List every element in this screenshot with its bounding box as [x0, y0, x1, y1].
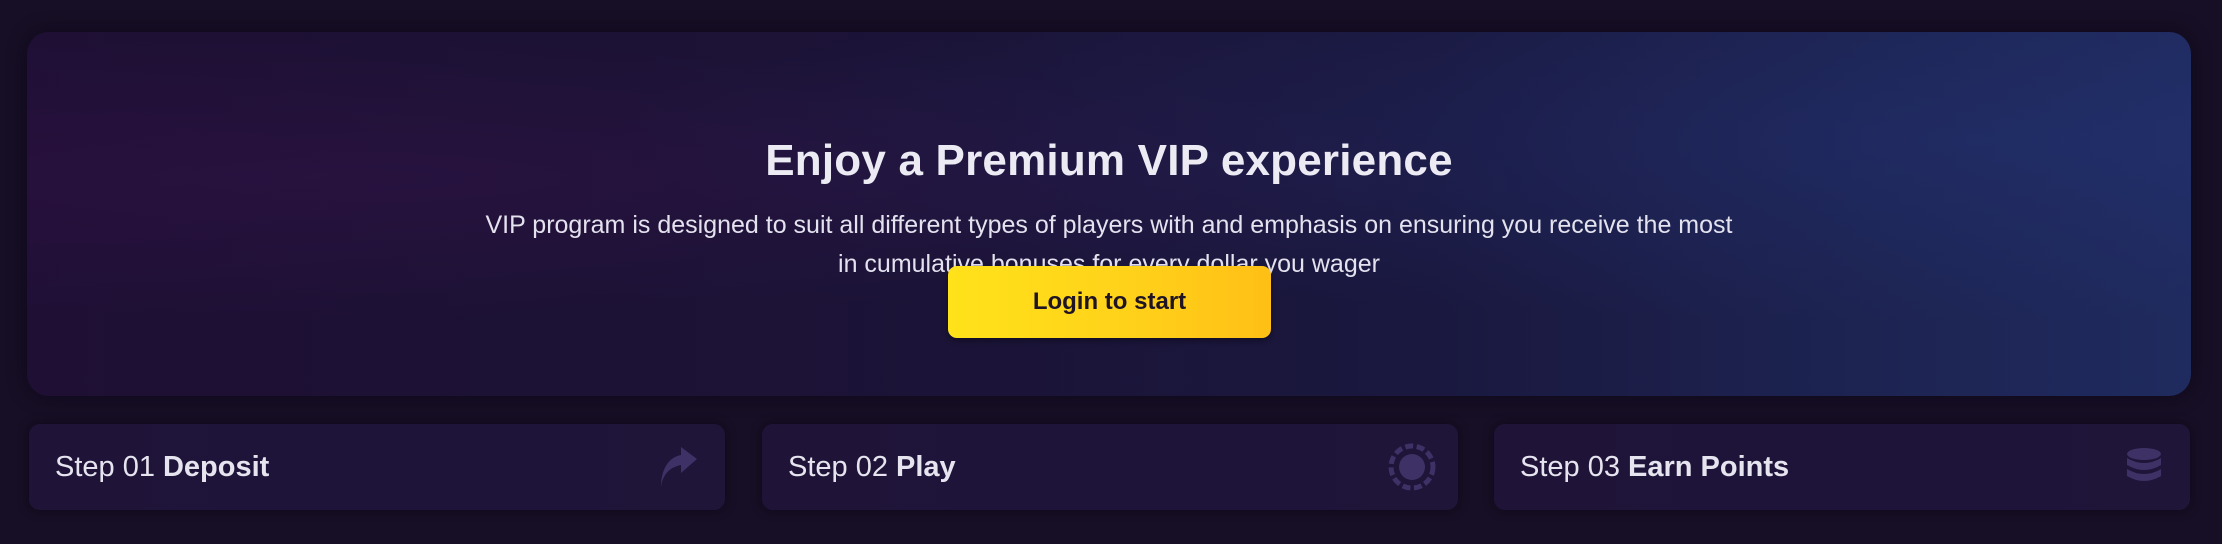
step-number: Step 03	[1520, 450, 1620, 483]
hero-description-line-1: VIP program is designed to suit all diff…	[485, 211, 1733, 239]
step-label: Step 01 Deposit	[55, 451, 269, 484]
poker-chip-icon	[1388, 443, 1436, 491]
vip-page: Enjoy a Premium VIP experience VIP progr…	[0, 0, 2222, 544]
step-deposit-card[interactable]: Step 01 Deposit	[29, 424, 725, 510]
vip-hero-banner: Enjoy a Premium VIP experience VIP progr…	[27, 32, 2191, 396]
step-label: Step 03 Earn Points	[1520, 451, 1789, 484]
step-name: Earn Points	[1627, 450, 1790, 483]
step-play-card[interactable]: Step 02 Play	[762, 424, 1458, 510]
hero-title: Enjoy a Premium VIP experience	[765, 136, 1453, 185]
step-name: Deposit	[162, 450, 270, 483]
step-earn-points-card[interactable]: Step 03 Earn Points	[1494, 424, 2190, 510]
arrow-up-icon	[661, 447, 697, 487]
login-to-start-button[interactable]: Login to start	[948, 266, 1271, 338]
step-number: Step 02	[788, 450, 888, 483]
step-name: Play	[895, 450, 956, 483]
step-number: Step 01	[55, 450, 155, 483]
coin-stack-icon	[2127, 448, 2161, 481]
step-label: Step 02 Play	[788, 451, 956, 484]
